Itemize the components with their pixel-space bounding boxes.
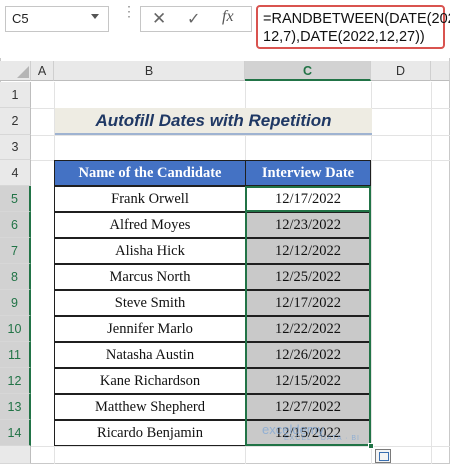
- cell-name[interactable]: Frank Orwell: [54, 186, 246, 212]
- chevron-down-icon[interactable]: [91, 14, 99, 19]
- cancel-icon[interactable]: ✕: [152, 9, 166, 29]
- row-header-15[interactable]: [0, 446, 31, 464]
- gridline: [31, 135, 450, 136]
- cell-name[interactable]: Kane Richardson: [54, 368, 246, 394]
- select-all-icon[interactable]: [17, 66, 29, 78]
- column-header-b[interactable]: B: [54, 61, 245, 81]
- cell-name[interactable]: Alisha Hick: [54, 238, 246, 264]
- name-box[interactable]: C5: [5, 6, 109, 32]
- sheet-title[interactable]: Autofill Dates with Repetition: [55, 108, 372, 135]
- gridline: [431, 82, 432, 464]
- formula-line-2: 12,7),DATE(2022,12,27)): [263, 29, 425, 45]
- watermark-tagline: EXCEL · DATA · BI: [284, 435, 360, 442]
- column-header-c[interactable]: C: [245, 61, 371, 81]
- insert-function-icon[interactable]: fx: [222, 8, 234, 26]
- cell-name[interactable]: Matthew Shepherd: [54, 394, 246, 420]
- row-header-7[interactable]: 7: [0, 238, 31, 264]
- gridline: [371, 82, 372, 464]
- formula-line-1: =RANDBETWEEN(DATE(2022,: [263, 11, 450, 27]
- formula-input[interactable]: =RANDBETWEEN(DATE(2022, 12,7),DATE(2022,…: [256, 5, 450, 49]
- row-header-6[interactable]: 6: [0, 212, 31, 238]
- row-header-3[interactable]: 3: [0, 135, 31, 160]
- drag-handle-icon[interactable]: ⋮: [122, 4, 136, 28]
- header-interview-date[interactable]: Interview Date: [245, 160, 371, 186]
- enter-icon[interactable]: ✓: [187, 9, 200, 29]
- selection-range: [245, 186, 371, 446]
- row-header-11[interactable]: 11: [0, 342, 31, 368]
- fill-handle[interactable]: [368, 443, 374, 449]
- column-header-e[interactable]: [431, 61, 450, 81]
- cell-name[interactable]: Alfred Moyes: [54, 212, 246, 238]
- cell-name[interactable]: Ricardo Benjamin: [54, 420, 246, 446]
- cell-name[interactable]: Natasha Austin: [54, 342, 246, 368]
- cell-name[interactable]: Steve Smith: [54, 290, 246, 316]
- row-header-14[interactable]: 14: [0, 420, 31, 446]
- cell-name[interactable]: Marcus North: [54, 264, 246, 290]
- row-header-10[interactable]: 10: [0, 316, 31, 342]
- row-header-9[interactable]: 9: [0, 290, 31, 316]
- column-header-a[interactable]: A: [31, 61, 54, 81]
- cell-name[interactable]: Jennifer Marlo: [54, 316, 246, 342]
- row-header-4[interactable]: 4: [0, 160, 31, 186]
- watermark-logo: exceldemy EXCEL · DATA · BI: [262, 422, 360, 442]
- header-candidate-name[interactable]: Name of the Candidate: [54, 160, 246, 186]
- row-header-1[interactable]: 1: [0, 82, 31, 108]
- autofill-options-icon[interactable]: [375, 449, 391, 463]
- column-header-d[interactable]: D: [371, 61, 431, 81]
- row-header-13[interactable]: 13: [0, 394, 31, 420]
- row-header-12[interactable]: 12: [0, 368, 31, 394]
- gridline: [31, 446, 450, 447]
- row-header-5[interactable]: 5: [0, 186, 31, 212]
- row-header-2[interactable]: 2: [0, 108, 31, 135]
- row-header-8[interactable]: 8: [0, 264, 31, 290]
